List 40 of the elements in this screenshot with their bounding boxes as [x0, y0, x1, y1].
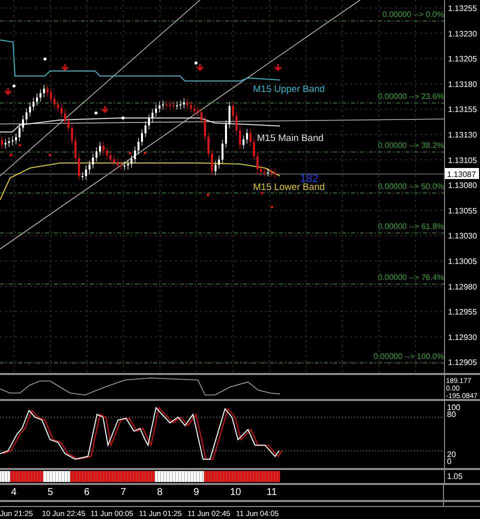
price-label: 1.13005 — [448, 257, 477, 266]
bar-number: 6 — [83, 487, 91, 498]
band-label: M15 Upper Band — [253, 84, 325, 95]
axis-label: 80 — [447, 410, 456, 419]
price-label: 1.13055 — [448, 206, 477, 216]
price-label: 1.13030 — [448, 232, 477, 241]
current-price-tag: 1.13087 — [445, 168, 479, 179]
axis-label: 1.05 — [447, 472, 463, 481]
bar-number: 10 — [229, 487, 242, 498]
bar-number: 9 — [192, 487, 200, 498]
fibonacci-level-label: 0.00000 --> 50.0% — [378, 182, 444, 191]
bar-count-label: 182 — [300, 173, 318, 185]
price-label: 1.12930 — [448, 332, 477, 342]
fibonacci-level-label: 0.00000 --> 76.4% — [378, 273, 444, 282]
axis-label: 100 — [447, 403, 460, 412]
price-label: 1.12905 — [448, 358, 477, 368]
price-label: 1.13105 — [448, 156, 477, 165]
fibonacci-level-label: 0.00000 --> 100.0% — [374, 352, 444, 361]
price-label: 1.13230 — [448, 29, 477, 38]
price-label: 1.13180 — [448, 80, 477, 89]
bar-number: 4 — [10, 487, 18, 498]
fibonacci-level-label: 0.00000 --> 61.8% — [378, 222, 444, 231]
bar-number: 11 — [266, 487, 278, 498]
axis-label: 20 — [447, 450, 456, 459]
fibonacci-level-label: 0.00000 --> 38.2% — [378, 141, 444, 150]
price-label: 1.13080 — [448, 181, 477, 190]
price-label: 1.13205 — [448, 54, 477, 64]
fibonacci-level-label: 0.00000 --> 0.0% — [382, 10, 444, 19]
axis-label: 0 — [447, 457, 452, 466]
bar-number: 7 — [120, 487, 128, 498]
bar-number: 8 — [156, 487, 164, 498]
bar-number: 5 — [46, 487, 54, 498]
price-label: 1.13130 — [448, 130, 477, 140]
fibonacci-level-label: 0.00000 --> 23.6% — [378, 92, 444, 101]
band-label: M15 Lower Band — [253, 182, 325, 193]
price-label: 1.13255 — [448, 4, 477, 13]
price-label: 1.12980 — [448, 282, 477, 292]
price-label: 1.13155 — [448, 105, 477, 114]
band-label: M15 Main Band — [257, 133, 324, 144]
price-label: 1.12955 — [448, 308, 477, 317]
